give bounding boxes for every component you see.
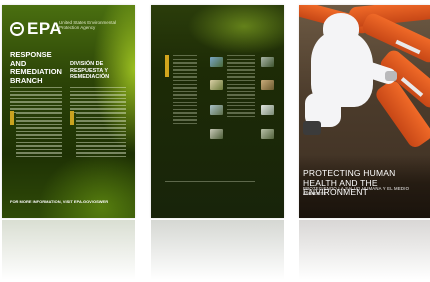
brochure-panel-english-spanish: EPA United States Environmental Protecti… [2,5,135,218]
brochure-panel-cover: PROTECTING HUMAN HEALTH AND THE ENVIRONM… [299,5,430,218]
photo-thumbnail [210,129,223,139]
section-marker [10,111,14,125]
column-text-1 [173,55,197,127]
epa-logo-icon [10,22,24,36]
photo-thumbnail [210,57,223,67]
body-text-spanish [70,87,126,116]
body-text-english [10,87,62,116]
footer-text-lines [165,181,255,184]
reflection [151,220,284,280]
reflection [299,220,430,280]
worker-glove [385,71,397,81]
footer-text: FOR MORE INFORMATION, VISIT EPA.GOV/OSWE… [10,199,109,204]
section-marker [165,55,169,77]
brochure-panel-inside [151,5,284,218]
photo-thumbnail [261,105,274,115]
heading-english: RESPONSE AND REMEDIATION BRANCH [10,50,62,85]
section-marker [70,111,74,125]
agency-name: United States Environmental Protection A… [59,20,117,30]
photo-thumbnail [210,105,223,115]
reflection [2,220,135,280]
photo-thumbnail [261,57,274,67]
cover-subtitle: PROTEGIENDO LA SALUD HUMANA Y EL MEDIO A… [303,186,410,196]
list-text-english [16,113,62,160]
photo-thumbnail [261,80,274,90]
photo-thumbnail [261,129,274,139]
column-text-2 [227,55,255,119]
worker-boot [303,121,321,135]
heading-spanish: DIVISIÓN DE RESPUESTA Y REMEDIACIÓN [70,61,110,80]
epa-logo: EPA [10,19,62,39]
list-text-spanish [76,113,126,160]
photo-thumbnail [210,80,223,90]
epa-logo-text: EPA [27,19,63,38]
